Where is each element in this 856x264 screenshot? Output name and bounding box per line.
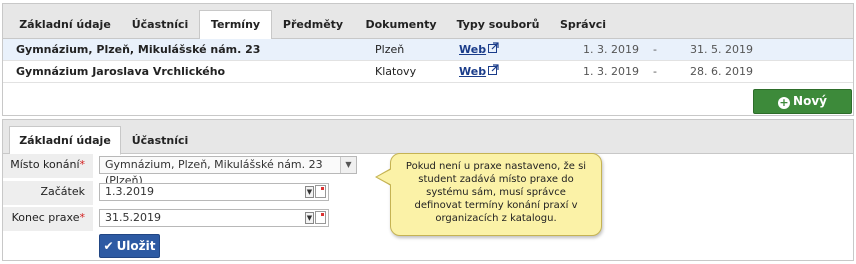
table-row[interactable]: Gymnázium, Plzeň, Mikulášské nám. 23 Plz… [3,39,853,61]
date-from: 1. 3. 2019 [583,43,639,56]
web-link[interactable]: Web [459,39,499,61]
tab-admins[interactable]: Správci [548,11,618,39]
date-to: 28. 6. 2019 [690,65,753,78]
tab-participants[interactable]: Účastníci [121,127,199,154]
new-record-button[interactable]: +Nový záznam [753,89,852,131]
date-separator: - [653,43,657,56]
tab-terms[interactable]: Termíny [199,10,272,40]
calendar-icon[interactable]: ▼ [305,185,327,199]
end-label: Konec praxe* [3,207,93,231]
organization-name: Gymnázium, Plzeň, Mikulášské nám. 23 [16,43,261,56]
tab-basic-info[interactable]: Základní údaje [9,126,121,155]
place-row: Místo konání* Gymnázium, Plzeň, Mikulášs… [3,154,363,187]
date-from: 1. 3. 2019 [583,65,639,78]
organization-name: Gymnázium Jaroslava Vrchlického [16,65,226,78]
tab-participants[interactable]: Účastníci [121,11,199,39]
terms-panel: Základní údaje Účastníci Termíny Předmět… [2,3,854,131]
external-link-icon [488,61,499,83]
end-date-input[interactable]: 31.5.2019 ▼ [99,209,329,227]
tab-subjects[interactable]: Předměty [272,11,354,39]
city: Klatovy [375,65,417,78]
table-row[interactable]: Gymnázium Jaroslava Vrchlického Klatovy … [3,61,853,83]
top-tabbar: Základní údaje Účastníci Termíny Předmět… [3,4,853,40]
checkmark-icon: ✔ [103,239,114,253]
tab-basic-info[interactable]: Základní údaje [9,11,121,39]
web-link[interactable]: Web [459,61,499,83]
tooltip-arrow-fill [377,169,392,185]
external-link-icon [488,39,499,61]
chevron-down-icon: ▼ [340,157,356,173]
start-date-input[interactable]: 1.3.2019 ▼ [99,183,329,201]
date-to: 31. 5. 2019 [690,43,753,56]
place-select[interactable]: Gymnázium, Plzeň, Mikulášské nám. 23 (Pl… [99,156,357,187]
bottom-tabbar: Základní údaje Účastníci [3,120,853,155]
calendar-icon[interactable]: ▼ [305,211,327,225]
plus-circle-icon: + [778,96,791,109]
help-tooltip: Pokud není u praxe nastaveno, že si stud… [390,153,602,236]
place-label: Místo konání* [3,154,93,178]
tab-file-types[interactable]: Typy souborů [448,11,548,39]
terms-table: Gymnázium, Plzeň, Mikulášské nám. 23 Plz… [3,39,853,83]
save-button[interactable]: ✔ Uložit [99,234,160,258]
end-row: Konec praxe* 31.5.2019 ▼ [3,207,363,231]
start-row: Začátek praxe* 1.3.2019 ▼ [3,181,363,220]
start-label: Začátek praxe* [3,181,93,220]
city: Plzeň [375,43,405,56]
tab-documents[interactable]: Dokumenty [354,11,448,39]
date-separator: - [653,65,657,78]
